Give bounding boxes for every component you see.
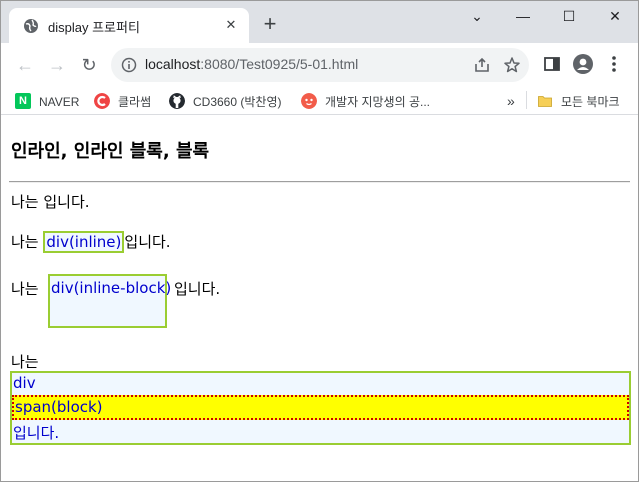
forward-button[interactable]: → — [43, 51, 71, 79]
share-icon[interactable] — [473, 56, 491, 74]
inline-block-div: div(inline-block) — [48, 274, 171, 328]
close-window-button[interactable]: ✕ — [592, 1, 638, 31]
bookmark-label: CD3660 (박찬영) — [193, 94, 282, 109]
line-inline: 나는 div(inline) 입니다. — [11, 231, 171, 253]
line-inline-prefix: 나는 — [11, 233, 44, 251]
block-div-label: div — [13, 374, 36, 392]
line-inline-block-suffix: 입니다. — [174, 280, 221, 298]
tab-title: display 프로퍼티 — [48, 20, 140, 35]
line-inline-suffix: 입니다. — [124, 233, 171, 251]
span-block-label: span(block) — [15, 398, 103, 416]
side-panel-icon[interactable] — [542, 54, 562, 74]
bookmark-blog[interactable]: 개발자 지망생의 공... — [301, 91, 430, 111]
span-block: span(block) — [12, 395, 629, 420]
classum-icon — [94, 92, 110, 109]
inline-div: div(inline) — [43, 231, 125, 253]
toolbar: ← → ↻ localhost:8080/Test0925/5-01.html — [1, 43, 638, 87]
url-text[interactable]: localhost:8080/Test0925/5-01.html — [145, 56, 358, 72]
bookmark-label: NAVER — [39, 94, 80, 109]
bookmarks-divider — [526, 91, 527, 109]
url-path: :8080/Test0925/5-01.html — [200, 56, 359, 72]
maximize-button[interactable]: ☐ — [546, 1, 592, 31]
block-div: div span(block) 입니다. — [10, 371, 631, 445]
bookmarks-bar: N NAVER 클라썸 CD3660 (박찬영) 개발자 지망생의 공... »… — [1, 87, 638, 115]
address-bar[interactable]: localhost:8080/Test0925/5-01.html — [111, 48, 529, 82]
info-icon[interactable] — [121, 57, 137, 73]
folder-icon — [538, 95, 552, 107]
reload-button[interactable]: ↻ — [75, 51, 103, 79]
profile-avatar-icon[interactable] — [573, 54, 593, 74]
naver-icon: N — [15, 92, 31, 109]
close-tab-icon[interactable]: ✕ — [222, 16, 240, 34]
page-heading: 인라인, 인라인 블록, 블록 — [11, 141, 210, 162]
bookmark-label: 개발자 지망생의 공... — [325, 94, 430, 109]
new-tab-button[interactable]: + — [259, 13, 281, 35]
line-inline-block-prefix: 나는 — [11, 280, 39, 298]
minimize-button[interactable]: — — [500, 1, 546, 31]
bookmark-classum[interactable]: 클라썸 — [94, 91, 151, 111]
bookmark-naver[interactable]: N NAVER — [15, 91, 79, 111]
page-content: 인라인, 인라인 블록, 블록 나는 입니다. 나는 div(inline) 입니… — [1, 115, 638, 481]
url-host: localhost — [145, 56, 201, 72]
line-plain: 나는 입니다. — [11, 193, 90, 211]
bookmark-github[interactable]: CD3660 (박찬영) — [169, 91, 281, 111]
bookmarks-overflow-button[interactable]: » — [507, 91, 515, 111]
back-button[interactable]: ← — [11, 51, 39, 79]
browser-window: display 프로퍼티 ✕ + ⌄ — ☐ ✕ ← → ↻ localhost… — [0, 0, 639, 482]
inline-block-label: div(inline-block) — [51, 279, 172, 297]
globe-icon — [24, 19, 38, 33]
horizontal-rule — [9, 181, 630, 183]
all-bookmarks-folder[interactable]: 모든 북마크 — [537, 91, 620, 111]
block-end-text: 입니다. — [13, 424, 60, 442]
bookmark-label: 클라썸 — [118, 94, 152, 109]
menu-kebab-icon[interactable] — [604, 54, 624, 74]
tab-search-icon[interactable]: ⌄ — [454, 1, 500, 31]
tab-display-property[interactable]: display 프로퍼티 ✕ — [9, 8, 249, 43]
all-bookmarks-label: 모든 북마크 — [561, 94, 620, 109]
line-block-prefix: 나는 — [11, 353, 39, 371]
tab-strip: display 프로퍼티 ✕ + ⌄ — ☐ ✕ — [1, 1, 638, 43]
github-icon — [169, 92, 185, 109]
blog-icon — [301, 92, 317, 109]
bookmark-star-icon[interactable] — [503, 56, 521, 74]
